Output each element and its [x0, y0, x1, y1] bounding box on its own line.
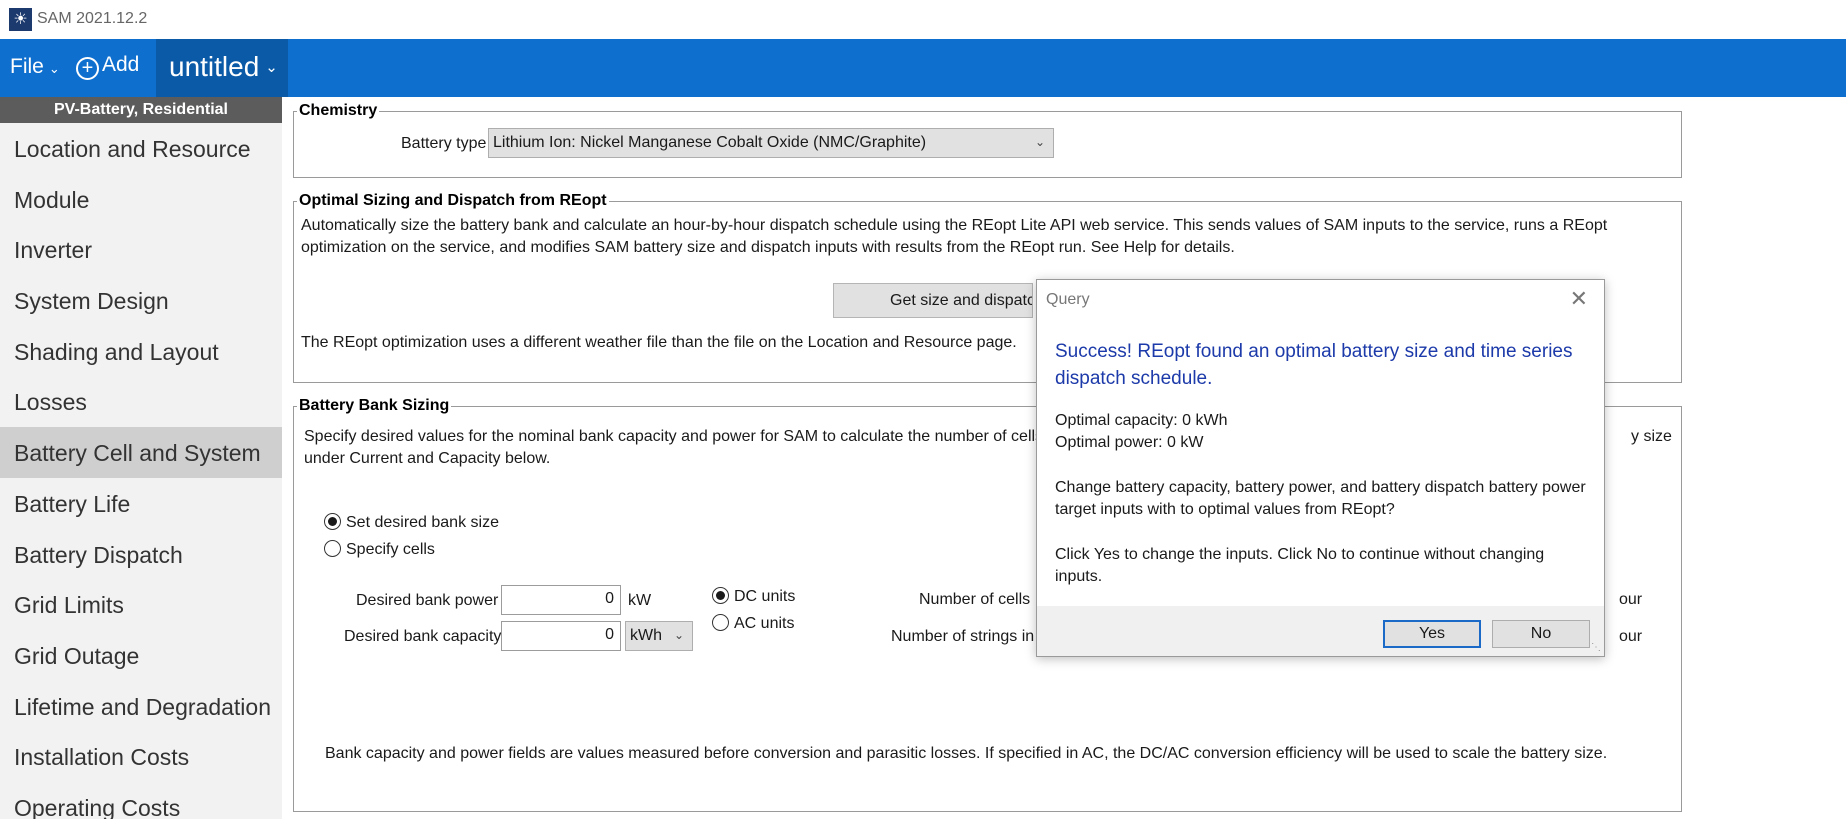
set-desired-bank-size-radio[interactable] — [324, 513, 341, 530]
optimal-capacity-text: Optimal capacity: 0 kWh — [1055, 412, 1228, 429]
chevron-down-icon: ⌄ — [673, 628, 684, 642]
file-menu-label: File — [10, 55, 44, 78]
chevron-down-icon: ⌄ — [48, 61, 60, 76]
bank-power-unit: kW — [628, 592, 652, 609]
dialog-footer: Yes No ⋱ — [1037, 606, 1604, 656]
sidebar-item-inverter[interactable]: Inverter — [0, 224, 282, 275]
optimal-power-text: Optimal power: 0 kW — [1055, 434, 1204, 451]
sidebar-item-losses[interactable]: Losses — [0, 376, 282, 427]
right-clipped-text-2: our — [1619, 628, 1643, 645]
desired-bank-capacity-input[interactable]: 0 — [501, 621, 621, 651]
desired-bank-capacity-label: Desired bank capacity — [344, 628, 502, 645]
project-tab[interactable]: untitled ⌄ — [156, 39, 288, 97]
chevron-down-icon: ⌄ — [265, 59, 278, 76]
battery-bank-sizing-legend: Battery Bank Sizing — [299, 397, 450, 414]
desired-bank-power-input[interactable]: 0 — [501, 585, 621, 615]
sidebar-item-operating-costs[interactable]: Operating Costs — [0, 782, 282, 819]
sidebar-item-installation-costs[interactable]: Installation Costs — [0, 731, 282, 782]
no-button[interactable]: No — [1492, 620, 1590, 648]
dialog-heading: Success! REopt found an optimal battery … — [1055, 341, 1573, 389]
file-menu-button[interactable]: File ⌄ — [10, 55, 60, 79]
specify-cells-label: Specify cells — [346, 541, 435, 558]
dialog-title: Query — [1046, 291, 1090, 308]
close-icon[interactable]: ✕ — [1570, 286, 1588, 312]
battery-type-label: Battery type — [401, 135, 487, 152]
window-title: SAM 2021.12.2 — [37, 10, 148, 27]
dc-units-label: DC units — [734, 588, 796, 605]
query-dialog: Query ✕ Success! REopt found an optimal … — [1036, 279, 1605, 657]
ac-units-label: AC units — [734, 615, 795, 632]
sidebar-item-module[interactable]: Module — [0, 174, 282, 225]
right-clipped-text-1: our — [1619, 591, 1643, 608]
sidebar-item-battery-life[interactable]: Battery Life — [0, 478, 282, 529]
battery-type-value: Lithium Ion: Nickel Manganese Cobalt Oxi… — [493, 134, 927, 151]
number-of-strings-label: Number of strings in — [891, 628, 1035, 645]
sidebar-item-grid-outage[interactable]: Grid Outage — [0, 630, 282, 681]
get-size-and-dispatch-button[interactable]: Get size and dispatch — [833, 283, 1033, 318]
resize-grip-icon[interactable]: ⋱ — [1591, 642, 1601, 653]
battery-type-select[interactable]: Lithium Ion: Nickel Manganese Cobalt Oxi… — [488, 128, 1054, 158]
reopt-description: Automatically size the battery bank and … — [301, 217, 1608, 256]
ac-units-radio[interactable] — [712, 614, 729, 631]
sidebar-item-battery-cell-and-system[interactable]: Battery Cell and System — [0, 427, 282, 478]
sidebar-item-grid-limits[interactable]: Grid Limits — [0, 579, 282, 630]
sun-icon: ☀ — [9, 8, 32, 31]
reopt-weather-note: The REopt optimization uses a different … — [301, 334, 1017, 351]
plus-circle-icon: + — [76, 57, 99, 80]
specify-cells-radio[interactable] — [324, 540, 341, 557]
chemistry-legend: Chemistry — [299, 102, 378, 119]
number-of-cells-label: Number of cells — [919, 591, 1031, 608]
main-toolbar: File ⌄ + Add untitled ⌄ — [0, 39, 1846, 97]
dc-units-radio[interactable] — [712, 587, 729, 604]
title-bar: ☀ SAM 2021.12.2 — [0, 0, 1846, 39]
project-name: untitled — [169, 51, 260, 82]
capacity-unit-select[interactable]: kWh ⌄ — [625, 621, 693, 651]
sizing-description-tail: y size — [1631, 428, 1672, 445]
sizing-description-line2: under Current and Capacity below. — [304, 450, 551, 467]
chevron-down-icon: ⌄ — [1034, 135, 1045, 149]
sidebar-item-lifetime-and-degradation[interactable]: Lifetime and Degradation — [0, 681, 282, 732]
sidebar: PV-Battery, Residential Location and Res… — [0, 97, 282, 819]
reopt-legend: Optimal Sizing and Dispatch from REopt — [299, 192, 607, 209]
set-desired-bank-size-label: Set desired bank size — [346, 514, 499, 531]
capacity-unit-value: kWh — [630, 627, 662, 644]
sizing-footnote: Bank capacity and power fields are value… — [325, 745, 1608, 762]
sizing-description: Specify desired values for the nominal b… — [304, 428, 1044, 445]
sidebar-item-battery-dispatch[interactable]: Battery Dispatch — [0, 529, 282, 580]
sidebar-item-system-design[interactable]: System Design — [0, 275, 282, 326]
sidebar-item-location-and-resource[interactable]: Location and Resource — [0, 123, 282, 174]
desired-bank-power-label: Desired bank power — [356, 592, 499, 609]
sidebar-item-shading-and-layout[interactable]: Shading and Layout — [0, 326, 282, 377]
yes-button[interactable]: Yes — [1383, 620, 1481, 648]
add-label: Add — [102, 53, 140, 76]
sidebar-header: PV-Battery, Residential — [0, 97, 282, 123]
dialog-question: Change battery capacity, battery power, … — [1055, 479, 1586, 518]
dialog-instruction: Click Yes to change the inputs. Click No… — [1055, 546, 1545, 585]
add-button[interactable]: + Add — [76, 53, 139, 80]
